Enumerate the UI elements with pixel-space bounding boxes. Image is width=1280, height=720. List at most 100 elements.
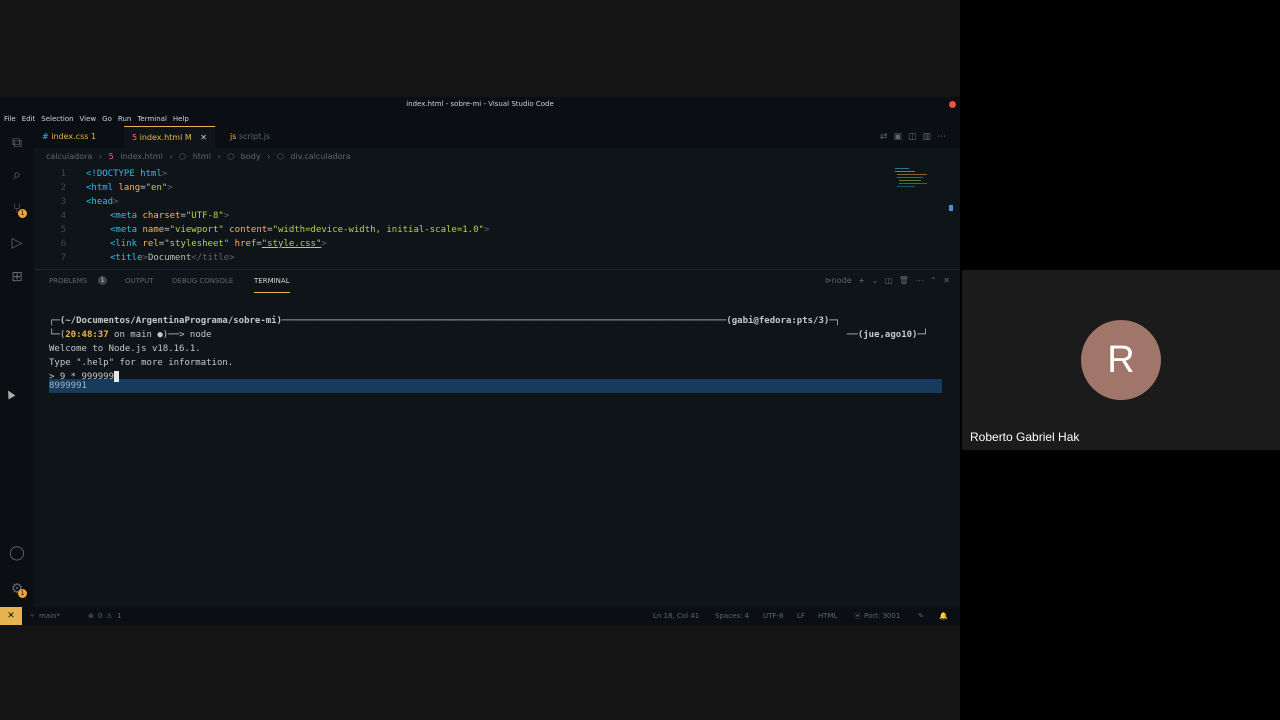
close-panel-icon[interactable]: ✕ bbox=[943, 276, 950, 285]
settings-gear-icon[interactable]: ⚙ 1 bbox=[8, 580, 27, 598]
search-icon[interactable]: ⌕ bbox=[8, 166, 26, 184]
menu-terminal[interactable]: Terminal bbox=[137, 115, 167, 123]
breadcrumb-item[interactable]: div.calculadora bbox=[290, 152, 350, 161]
minimap[interactable] bbox=[893, 167, 931, 193]
menu-go[interactable]: Go bbox=[102, 115, 112, 123]
line-number: 4 bbox=[60, 211, 66, 221]
menu-help[interactable]: Help bbox=[173, 115, 189, 123]
tab-script-js[interactable]: js script.js bbox=[222, 126, 278, 148]
terminal-line: Type ".help" for more information. bbox=[49, 358, 234, 368]
tab-problems[interactable]: PROBLEMS bbox=[49, 270, 87, 292]
more-actions-icon[interactable]: ⋯ bbox=[937, 132, 952, 142]
language-mode[interactable]: HTML bbox=[818, 607, 837, 625]
window-close-button[interactable] bbox=[949, 101, 956, 108]
code-line: <meta charset="UTF-8"> bbox=[110, 211, 230, 221]
encoding[interactable]: UTF-8 bbox=[763, 607, 783, 625]
tab-index-html[interactable]: 5 index.html M ✕ bbox=[124, 126, 215, 149]
tab-debug-console[interactable]: DEBUG CONSOLE bbox=[172, 270, 233, 292]
breadcrumb-item[interactable]: body bbox=[241, 152, 261, 161]
terminal-cursor bbox=[114, 371, 120, 382]
compare-icon[interactable]: ⇄ bbox=[880, 132, 894, 142]
problems-badge: 1 bbox=[98, 276, 107, 285]
menu-selection[interactable]: Selection bbox=[41, 115, 73, 123]
chevron-down-icon[interactable]: ⌄ bbox=[871, 276, 878, 285]
prompt-time: 20:48:37 bbox=[65, 330, 109, 340]
code-line: <html lang="en"> bbox=[86, 183, 173, 193]
git-branch[interactable]: main* bbox=[39, 607, 60, 625]
breadcrumb: calculadora › 5 index.html › ⬡ html › ⬡ … bbox=[46, 152, 355, 161]
warning-count[interactable]: 1 bbox=[117, 607, 121, 625]
terminal-shell-label[interactable]: node bbox=[832, 276, 852, 285]
remote-indicator-icon[interactable]: ✕ bbox=[0, 607, 22, 625]
indentation[interactable]: Spaces: 4 bbox=[715, 607, 749, 625]
preview-icon[interactable]: ▣ bbox=[893, 132, 908, 142]
participant-name: Roberto Gabriel Hak bbox=[970, 430, 1080, 444]
more-actions-icon[interactable]: ⋯ bbox=[916, 276, 924, 285]
terminal-line: Welcome to Node.js v18.16.1. bbox=[49, 344, 201, 354]
run-debug-icon[interactable]: ▷ bbox=[8, 234, 26, 252]
prompt-date: (jue,ago10) bbox=[857, 330, 918, 340]
editor-tabs: # index.css 1 5 index.html M ✕ js script… bbox=[34, 126, 960, 149]
error-count[interactable]: 0 bbox=[98, 607, 102, 625]
tab-index-css[interactable]: # index.css 1 bbox=[34, 126, 104, 148]
element-icon: ⬡ bbox=[276, 152, 284, 161]
breadcrumb-item[interactable]: calculadora bbox=[46, 152, 92, 161]
cursor-position[interactable]: Ln 18, Col 41 bbox=[653, 607, 699, 625]
git-branch-icon: ⑂ bbox=[30, 612, 35, 620]
split-terminal-icon[interactable]: ◫ bbox=[885, 276, 893, 285]
breadcrumb-item[interactable]: html bbox=[193, 152, 211, 161]
title-bar: index.html - sobre-mi - Visual Studio Co… bbox=[0, 97, 960, 112]
element-icon: ⬡ bbox=[227, 152, 235, 161]
feedback-icon[interactable]: ✎ bbox=[918, 607, 924, 625]
html-file-icon: 5 bbox=[132, 133, 138, 142]
terminal-icon: ⊳ bbox=[824, 276, 832, 285]
bell-icon[interactable]: 🔔 bbox=[939, 607, 948, 625]
html-file-icon: 5 bbox=[108, 152, 114, 161]
panel-tabs: PROBLEMS 1 OUTPUT DEBUG CONSOLE TERMINAL… bbox=[34, 270, 960, 293]
trash-icon[interactable]: 🗑 bbox=[899, 276, 909, 285]
settings-badge: 1 bbox=[18, 589, 27, 598]
panel-actions: ⊳node + ⌄ ◫ 🗑 ⋯ ⌃ ✕ bbox=[825, 270, 950, 292]
maximize-panel-icon[interactable]: ⌃ bbox=[930, 276, 937, 285]
prompt-user: (gabi@fedora:pts/3) bbox=[726, 316, 830, 326]
menu-run[interactable]: Run bbox=[118, 115, 131, 123]
screen-share: index.html - sobre-mi - Visual Studio Co… bbox=[0, 0, 960, 720]
code-editor[interactable]: 1 <!DOCTYPE html> 2 <html lang="en"> 3 <hea… bbox=[34, 167, 934, 267]
menu-bar: File Edit Selection View Go Run Terminal Help bbox=[0, 112, 960, 126]
explorer-icon[interactable]: ⧉ bbox=[8, 134, 26, 152]
tab-output[interactable]: OUTPUT bbox=[125, 270, 154, 292]
selection-highlight bbox=[49, 379, 942, 393]
menu-edit[interactable]: Edit bbox=[22, 115, 36, 123]
tab-label: script.js bbox=[238, 132, 271, 141]
tab-badge: 1 bbox=[90, 132, 97, 141]
breadcrumb-item[interactable]: index.html bbox=[120, 152, 163, 161]
chevron-right-icon: › bbox=[98, 152, 103, 161]
line-ending[interactable]: LF bbox=[797, 607, 805, 625]
line-number: 3 bbox=[60, 197, 66, 207]
menu-file[interactable]: File bbox=[4, 115, 16, 123]
menu-view[interactable]: View bbox=[80, 115, 97, 123]
code-line: <link rel="stylesheet" href="style.css"> bbox=[110, 239, 327, 249]
chevron-right-icon: › bbox=[267, 152, 271, 161]
tab-terminal[interactable]: TERMINAL bbox=[254, 270, 290, 293]
live-server-port[interactable]: Port: 3001 bbox=[864, 607, 900, 625]
account-icon[interactable]: ◯ bbox=[8, 544, 26, 562]
source-control-icon[interactable]: ⑂ 1 bbox=[8, 200, 27, 218]
live-server-icon: ⦿ bbox=[854, 612, 861, 620]
chevron-right-icon: › bbox=[217, 152, 221, 161]
new-terminal-icon[interactable]: + bbox=[858, 276, 865, 285]
line-number: 7 bbox=[60, 253, 66, 263]
element-icon: ⬡ bbox=[179, 152, 187, 161]
status-bar: ✕ ⑂ main* ⊗ 0 ⚠ 1 Ln 18, Col 41 Spaces: … bbox=[0, 607, 960, 625]
bottom-panel: PROBLEMS 1 OUTPUT DEBUG CONSOLE TERMINAL… bbox=[34, 269, 960, 608]
split-editor-icon[interactable]: ▥ bbox=[922, 132, 937, 142]
terminal-output[interactable]: ┌─(~/Documentos/ArgentinaPrograma/sobre-… bbox=[49, 314, 944, 604]
scrollbar-marker[interactable] bbox=[949, 205, 953, 211]
participant-tile[interactable]: R Roberto Gabriel Hak bbox=[962, 270, 1280, 450]
code-line: <!DOCTYPE html> bbox=[86, 169, 168, 179]
prompt-branch: on main ●)──> node bbox=[108, 330, 212, 340]
tab-close-icon[interactable]: ✕ bbox=[200, 133, 207, 142]
open-changes-icon[interactable]: ◫ bbox=[908, 132, 923, 142]
line-number: 6 bbox=[60, 239, 66, 249]
extensions-icon[interactable]: ⊞ bbox=[8, 268, 26, 286]
